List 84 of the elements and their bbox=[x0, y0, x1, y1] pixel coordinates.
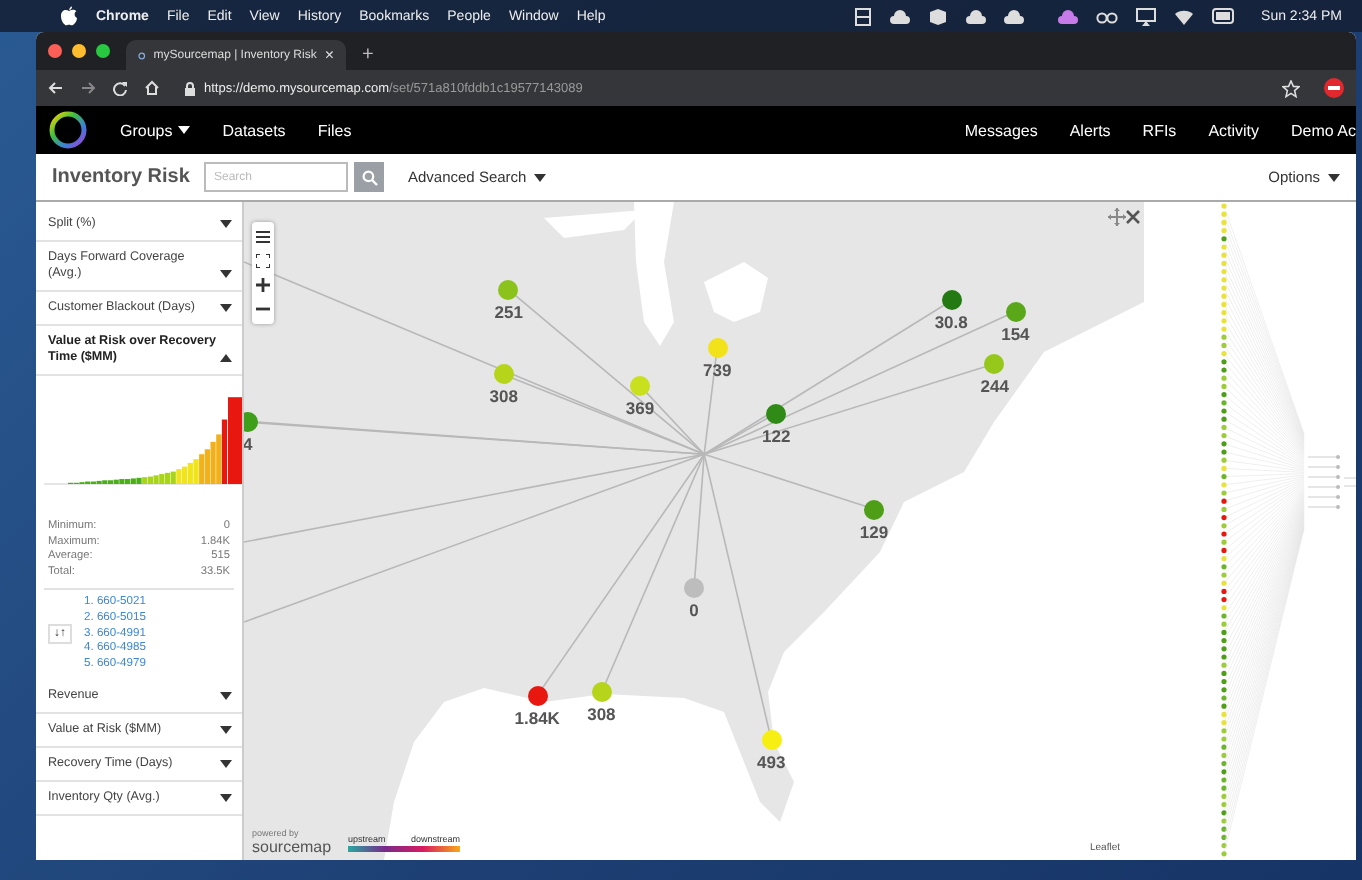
home-icon[interactable] bbox=[144, 80, 160, 96]
caret-icon bbox=[220, 691, 232, 700]
marker-label: 308 bbox=[585, 704, 618, 725]
map-marker[interactable] bbox=[498, 279, 519, 300]
lock-icon bbox=[184, 81, 196, 95]
display-icon[interactable] bbox=[1135, 7, 1156, 25]
map-marker[interactable] bbox=[1005, 301, 1026, 322]
apple-logo-icon[interactable] bbox=[60, 6, 78, 26]
map-marker[interactable] bbox=[244, 411, 258, 432]
caret-icon bbox=[534, 173, 547, 181]
menu-icon[interactable] bbox=[256, 230, 270, 244]
caret-icon bbox=[220, 354, 232, 362]
page-title: Inventory Risk bbox=[52, 166, 192, 188]
marker-label: 154 bbox=[999, 323, 1032, 344]
caret-icon bbox=[220, 793, 232, 802]
cloud-icon[interactable] bbox=[1057, 7, 1078, 25]
marker-label: 308 bbox=[487, 386, 520, 407]
map-marker[interactable] bbox=[591, 682, 612, 703]
marker-label: 244 bbox=[978, 375, 1011, 396]
close-icon[interactable] bbox=[1126, 210, 1140, 224]
map-marker[interactable] bbox=[630, 375, 650, 396]
box-icon[interactable] bbox=[927, 7, 948, 25]
legend-gradient bbox=[348, 846, 460, 852]
marker-label: 30.8 bbox=[932, 312, 970, 333]
nav-link[interactable]: Groups bbox=[120, 121, 191, 139]
map-marker[interactable] bbox=[984, 353, 1005, 374]
marker-label: 4 bbox=[244, 433, 255, 454]
caret-icon bbox=[220, 270, 232, 278]
caret-icon bbox=[220, 304, 232, 312]
cloud-icon[interactable] bbox=[965, 7, 986, 25]
fullscreen-icon[interactable] bbox=[256, 254, 270, 268]
map-marker[interactable] bbox=[766, 403, 787, 424]
search-button[interactable] bbox=[354, 162, 384, 192]
caret-icon bbox=[220, 759, 232, 768]
marker-label: 251 bbox=[492, 301, 525, 322]
marker-label: 493 bbox=[755, 751, 788, 772]
extension-icon[interactable] bbox=[1324, 78, 1344, 98]
lake-shape bbox=[704, 262, 768, 322]
cloud-icon[interactable] bbox=[889, 7, 910, 25]
nav-link[interactable]: Files bbox=[317, 121, 352, 139]
tab-close-button[interactable]: × bbox=[324, 47, 334, 63]
nav-link[interactable]: Messages bbox=[964, 121, 1038, 139]
marker-label: 0 bbox=[687, 600, 701, 621]
glasses-icon[interactable] bbox=[1095, 7, 1118, 25]
marker-label: 369 bbox=[623, 397, 657, 418]
back-icon[interactable] bbox=[48, 80, 64, 96]
nav-link[interactable]: RFIs bbox=[1142, 121, 1177, 139]
marker-label: 129 bbox=[857, 521, 891, 541]
map-marker[interactable] bbox=[707, 337, 728, 358]
wifi-icon[interactable] bbox=[1173, 7, 1194, 25]
map-marker[interactable] bbox=[864, 499, 884, 519]
film-strip-icon[interactable] bbox=[853, 7, 872, 25]
ring-logo-icon[interactable] bbox=[48, 110, 88, 150]
map-marker[interactable] bbox=[761, 729, 782, 750]
search-icon bbox=[361, 169, 377, 185]
ring-logo-icon bbox=[138, 47, 146, 63]
caret-icon bbox=[178, 126, 191, 134]
nav-link[interactable]: Alerts bbox=[1069, 121, 1111, 139]
marker-label: 739 bbox=[701, 359, 734, 380]
caret-icon bbox=[220, 725, 232, 734]
caret-icon bbox=[220, 220, 232, 228]
cloud-icon[interactable] bbox=[1003, 7, 1024, 25]
minimize-window-icon[interactable] bbox=[72, 44, 86, 58]
battery-icon[interactable] bbox=[1211, 8, 1236, 24]
map-marker[interactable] bbox=[941, 290, 962, 311]
marker-label: 122 bbox=[760, 425, 793, 446]
caret-icon bbox=[1328, 173, 1340, 181]
nav-link[interactable]: Activity bbox=[1208, 121, 1260, 139]
map-marker[interactable] bbox=[527, 685, 548, 706]
map-marker[interactable] bbox=[684, 578, 704, 599]
reload-icon[interactable] bbox=[112, 80, 128, 96]
nav-link[interactable]: Demo Ac bbox=[1291, 121, 1356, 139]
star-icon[interactable] bbox=[1282, 79, 1300, 97]
brand-logo: sourcemap bbox=[252, 840, 332, 854]
forward-icon[interactable] bbox=[80, 80, 96, 96]
marker-label: 1.84K bbox=[512, 707, 562, 728]
zoom-out-icon[interactable] bbox=[256, 302, 270, 316]
new-tab-button[interactable]: + bbox=[362, 40, 374, 70]
zoom-in-icon[interactable] bbox=[256, 278, 270, 292]
close-window-icon[interactable] bbox=[48, 44, 62, 58]
zoom-window-icon[interactable] bbox=[96, 44, 110, 58]
map-marker[interactable] bbox=[493, 364, 514, 385]
move-icon[interactable] bbox=[1108, 208, 1126, 226]
nav-link[interactable]: Datasets bbox=[222, 121, 286, 139]
